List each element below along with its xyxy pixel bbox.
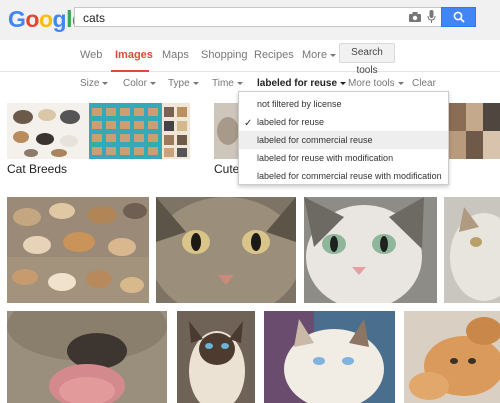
chevron-down-icon bbox=[330, 53, 337, 57]
chevron-down-icon bbox=[192, 81, 199, 85]
chevron-down-icon bbox=[236, 81, 243, 85]
tab-recipes[interactable]: Recipes bbox=[254, 49, 294, 61]
image-result[interactable] bbox=[404, 311, 500, 403]
filter-usage-rights[interactable]: labeled for reuse bbox=[257, 78, 347, 89]
google-logo[interactable]: Google bbox=[8, 6, 85, 33]
image-result[interactable] bbox=[156, 197, 296, 303]
chevron-down-icon bbox=[149, 81, 156, 85]
search-tabs: Web Images Maps Shopping Recipes More bbox=[0, 40, 500, 72]
dropdown-item-not-filtered[interactable]: not filtered by license bbox=[239, 95, 448, 113]
filter-label: More tools bbox=[348, 78, 395, 89]
filter-color[interactable]: Color bbox=[123, 78, 156, 89]
image-result[interactable] bbox=[444, 197, 500, 303]
related-search-cat-breeds-image[interactable] bbox=[7, 103, 89, 159]
dropdown-item-labeled-for-reuse[interactable]: ✓ labeled for reuse bbox=[239, 113, 448, 131]
image-result[interactable] bbox=[304, 197, 437, 303]
tab-images[interactable]: Images bbox=[115, 49, 153, 61]
tab-maps[interactable]: Maps bbox=[162, 49, 189, 61]
filter-clear[interactable]: Clear bbox=[412, 78, 436, 89]
dropdown-item-commercial-reuse-modification[interactable]: labeled for commercial reuse with modifi… bbox=[239, 167, 448, 185]
filter-time[interactable]: Time bbox=[212, 78, 243, 89]
dropdown-item-reuse-modification[interactable]: labeled for reuse with modification bbox=[239, 149, 448, 167]
filter-more-tools[interactable]: More tools bbox=[348, 78, 404, 89]
microphone-icon[interactable] bbox=[427, 10, 436, 24]
search-button[interactable] bbox=[441, 7, 476, 27]
related-search-cute-image[interactable] bbox=[214, 103, 239, 159]
filter-size[interactable]: Size bbox=[80, 78, 109, 89]
filter-label: Color bbox=[123, 78, 147, 89]
logo-letter: G bbox=[8, 6, 26, 32]
logo-letter: o bbox=[38, 6, 53, 32]
header-bar: Google cats bbox=[0, 0, 500, 40]
chevron-down-icon bbox=[397, 81, 404, 85]
search-input[interactable]: cats bbox=[74, 7, 442, 27]
filter-label: Time bbox=[212, 78, 234, 89]
image-result[interactable] bbox=[177, 311, 255, 403]
filter-label: Type bbox=[168, 78, 190, 89]
search-query-text: cats bbox=[83, 11, 106, 25]
usage-rights-dropdown: not filtered by license ✓ labeled for re… bbox=[238, 91, 449, 185]
chevron-down-icon bbox=[340, 81, 347, 85]
tab-web[interactable]: Web bbox=[80, 49, 102, 61]
search-tools-button[interactable]: Search tools bbox=[339, 43, 395, 76]
filter-type[interactable]: Type bbox=[168, 78, 199, 89]
tab-more-label: More bbox=[302, 49, 328, 61]
related-search-cat-breeds-image-2[interactable] bbox=[89, 103, 162, 159]
image-result[interactable] bbox=[7, 311, 167, 403]
image-result[interactable] bbox=[7, 197, 149, 303]
search-icon bbox=[453, 11, 465, 23]
related-search-image-right[interactable] bbox=[449, 103, 500, 159]
related-search-cute-label[interactable]: Cute bbox=[214, 162, 239, 176]
dropdown-item-label: labeled for reuse bbox=[257, 117, 325, 127]
tab-shopping[interactable]: Shopping bbox=[201, 49, 248, 61]
filter-label: labeled for reuse bbox=[257, 78, 338, 89]
dropdown-item-commercial-reuse[interactable]: labeled for commercial reuse bbox=[239, 131, 448, 149]
image-result[interactable] bbox=[264, 311, 395, 403]
logo-letter: o bbox=[25, 6, 39, 32]
filter-label: Size bbox=[80, 78, 100, 89]
logo-letter: g bbox=[52, 6, 67, 32]
chevron-down-icon bbox=[102, 81, 109, 85]
related-search-cat-breeds-image-3[interactable] bbox=[162, 103, 190, 159]
camera-icon[interactable] bbox=[409, 12, 421, 22]
related-search-cat-breeds-label[interactable]: Cat Breeds bbox=[7, 162, 67, 176]
active-tab-indicator bbox=[111, 70, 149, 72]
tab-more[interactable]: More bbox=[302, 49, 337, 61]
